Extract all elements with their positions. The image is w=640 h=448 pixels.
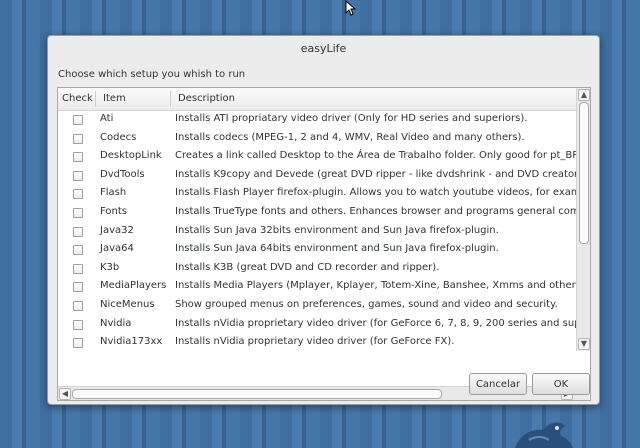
setup-checkbox[interactable] (73, 338, 83, 349)
list-rows: Ati Installs ATI propriatary video driver… (58, 110, 576, 351)
row-description: Installs nVidia proprietary video driver… (175, 336, 455, 348)
row-description: Installs K3B (great DVD and CD recorder … (175, 261, 440, 273)
table-row[interactable]: Nvidia Installs nVidia proprietary video … (58, 315, 576, 334)
row-description: Installs Media Players (Mplayer, Kplayer… (175, 280, 576, 292)
row-description: Installs TrueType fonts and others. Enha… (175, 205, 576, 217)
setup-checkbox[interactable] (73, 245, 83, 256)
setup-list: Check Item Description Ati Installs ATI p… (57, 87, 591, 401)
table-row[interactable]: Nvidia173xx Installs nVidia proprietary v… (58, 333, 576, 351)
table-row[interactable]: Java64 Installs Sun Java 64bits environme… (58, 240, 576, 259)
column-header-item[interactable]: Item (103, 88, 126, 110)
row-item: Codecs (100, 131, 137, 143)
row-item: Nvidia (100, 317, 132, 329)
row-item: DvdTools (100, 168, 145, 180)
row-description: Installs nVidia proprietary video driver… (175, 317, 576, 329)
row-description: Installs K9copy and Devede (great DVD ri… (175, 168, 576, 180)
table-row[interactable]: Java32 Installs Sun Java 32bits environme… (58, 222, 576, 241)
setup-checkbox[interactable] (73, 263, 83, 274)
row-description: Creates a link called Desktop to the Áre… (175, 150, 576, 162)
column-header-description[interactable]: Description (178, 88, 235, 110)
mouse-pointer-icon (345, 0, 357, 16)
scroll-left-icon[interactable]: ◀ (59, 388, 71, 400)
window-title: easyLife (300, 42, 347, 55)
setup-checkbox[interactable] (73, 133, 83, 144)
setup-checkbox[interactable] (73, 170, 83, 181)
row-item: Java64 (100, 243, 134, 255)
table-row[interactable]: DvdTools Installs K9copy and Devede (grea… (58, 166, 576, 185)
setup-checkbox[interactable] (73, 319, 83, 330)
row-item: Fonts (100, 205, 127, 217)
setup-checkbox[interactable] (73, 282, 83, 293)
setup-checkbox[interactable] (73, 207, 83, 218)
row-description: Installs Sun Java 32bits environment and… (175, 224, 499, 236)
scroll-up-icon[interactable]: ▲ (578, 89, 590, 101)
row-description: Show grouped menus on preferences, games… (175, 298, 558, 310)
fedora-bird-wallpaper-icon (515, 422, 573, 448)
setup-checkbox[interactable] (73, 226, 83, 237)
vertical-scroll-thumb[interactable] (579, 102, 589, 244)
setup-checkbox[interactable] (73, 115, 83, 125)
table-row[interactable]: Fonts Installs TrueType fonts and others.… (58, 203, 576, 222)
table-row[interactable]: Flash Installs Flash Player firefox-plugi… (58, 184, 576, 203)
setup-checkbox[interactable] (73, 189, 83, 200)
column-divider (95, 91, 96, 107)
easylife-dialog: easyLife Choose which setup you whish to… (47, 35, 600, 405)
row-description: Installs codecs (MPEG-1, 2 and 4, WMV, R… (175, 131, 525, 143)
list-header: Check Item Description (58, 88, 576, 111)
row-item: K3b (100, 261, 120, 273)
setup-checkbox[interactable] (73, 152, 83, 163)
table-row[interactable]: DesktopLink Creates a link called Desktop… (58, 147, 576, 166)
setup-checkbox[interactable] (73, 300, 83, 311)
row-item: Nvidia173xx (100, 336, 163, 348)
row-item: Flash (100, 187, 127, 199)
column-header-check[interactable]: Check (62, 88, 93, 110)
row-description: Installs Flash Player firefox-plugin. Al… (175, 187, 576, 199)
table-row[interactable]: MediaPlayers Installs Media Players (Mpla… (58, 277, 576, 296)
row-item: Java32 (100, 224, 134, 236)
table-row[interactable]: K3b Installs K3B (great DVD and CD record… (58, 259, 576, 278)
setup-prompt: Choose which setup you whish to run (58, 69, 246, 80)
row-item: Ati (100, 113, 114, 124)
row-item: DesktopLink (100, 150, 162, 162)
row-item: MediaPlayers (100, 280, 167, 292)
table-row[interactable]: Ati Installs ATI propriatary video driver… (58, 110, 576, 129)
horizontal-scroll-thumb[interactable] (72, 389, 442, 399)
ok-button[interactable]: OK (532, 373, 590, 395)
row-description: Installs ATI propriatary video driver (O… (175, 113, 528, 124)
row-description: Installs Sun Java 64bits environment and… (175, 243, 499, 255)
table-row[interactable]: Codecs Installs codecs (MPEG-1, 2 and 4, … (58, 129, 576, 148)
table-row[interactable]: NiceMenus Show grouped menus on preferenc… (58, 296, 576, 315)
row-item: NiceMenus (100, 298, 155, 310)
cancel-button[interactable]: Cancelar (469, 373, 527, 395)
scroll-down-icon[interactable]: ▼ (578, 338, 590, 350)
vertical-scrollbar[interactable]: ▲ ▼ (576, 88, 590, 351)
column-divider (170, 91, 171, 107)
